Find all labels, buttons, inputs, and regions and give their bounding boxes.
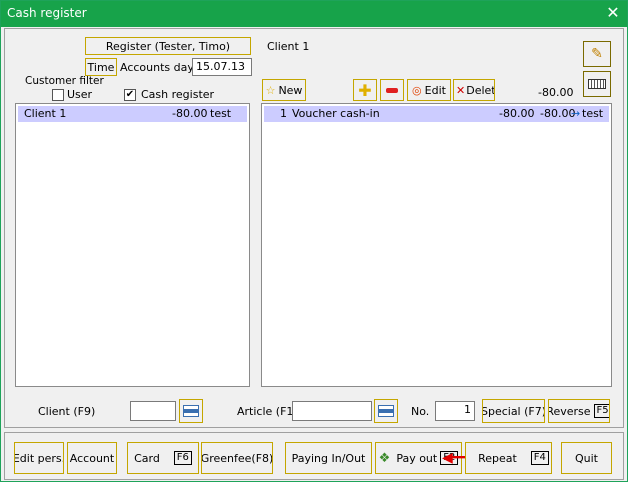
article-print-button[interactable] xyxy=(374,399,398,423)
card-label: Card xyxy=(134,451,160,465)
client-input[interactable] xyxy=(130,401,176,421)
voucher-number: 1 xyxy=(280,107,287,120)
title-bar[interactable]: Cash register ✕ xyxy=(1,1,627,27)
client-field-label: Client (F9) xyxy=(38,405,96,418)
delete-icon: ✕ xyxy=(456,83,466,97)
user-checkbox-label: User xyxy=(67,88,93,101)
voucher-amount: -80.00 xyxy=(499,107,535,120)
article-field-label: Article (F1) xyxy=(237,405,298,418)
lifebuoy-icon: ◎ xyxy=(412,83,422,97)
repeat-label: Repeat xyxy=(478,451,517,465)
repeat-shortcut: F4 xyxy=(530,451,549,465)
voucher-total: -80.00 xyxy=(538,86,574,99)
account-button[interactable]: Account xyxy=(67,442,117,474)
edit-button[interactable]: ◎ Edit xyxy=(407,79,451,101)
quit-label: Quit xyxy=(575,451,598,465)
user-checkbox[interactable] xyxy=(52,89,64,101)
money-icon: ❖ xyxy=(378,450,391,466)
magic-wand-icon: ✎ xyxy=(591,46,603,62)
client-amount: -80.00 xyxy=(172,107,208,120)
close-icon[interactable]: ✕ xyxy=(605,4,621,22)
table-row[interactable]: 1 Voucher cash-in -80.00 -80.00 → test xyxy=(264,106,609,122)
no-label: No. xyxy=(411,405,430,418)
keyboard-icon xyxy=(588,79,606,89)
new-button[interactable]: ☆ New xyxy=(262,79,306,101)
reverse-button-label: Reverse xyxy=(548,404,591,418)
client-print-button[interactable] xyxy=(179,399,203,423)
special-button-label: Special (F7) xyxy=(482,404,545,418)
time-button[interactable]: Time xyxy=(85,58,117,76)
cash-register-checkbox[interactable]: ✔ xyxy=(124,89,136,101)
accounts-day-label: Accounts day xyxy=(120,61,194,74)
quantity-input[interactable]: 1 xyxy=(435,401,475,421)
star-icon: ☆ xyxy=(265,83,276,97)
paying-in-out-label: Paying In/Out xyxy=(291,451,366,465)
voucher-description: Voucher cash-in xyxy=(292,107,380,120)
voucher-note: test xyxy=(582,107,604,120)
pay-out-label: Pay out xyxy=(396,451,438,465)
account-label: Account xyxy=(69,451,115,465)
wizard-button[interactable]: ✎ xyxy=(583,41,611,67)
greenfee-label: Greenfee(F8) xyxy=(201,451,273,465)
reverse-shortcut: F5 xyxy=(593,404,609,418)
accounts-day-field[interactable]: 15.07.13 xyxy=(192,58,252,76)
add-button[interactable]: ✚ xyxy=(353,79,377,101)
window-title: Cash register xyxy=(7,6,87,20)
special-button[interactable]: Special (F7) xyxy=(482,399,545,423)
bottom-toolbar: Edit pers. Account Card F6 Greenfee(F8) … xyxy=(4,432,624,480)
greenfee-button[interactable]: Greenfee(F8) xyxy=(201,442,273,474)
register-button-label: Register (Tester, Timo) xyxy=(105,39,231,53)
remove-button[interactable] xyxy=(380,79,404,101)
printer-icon xyxy=(183,405,199,417)
article-input[interactable] xyxy=(292,401,372,421)
new-button-label: New xyxy=(278,83,303,97)
client-header: Client 1 xyxy=(267,40,310,53)
main-panel: Register (Tester, Timo) Client 1 Time Ac… xyxy=(4,28,624,428)
minus-icon xyxy=(386,87,398,93)
card-button[interactable]: Card F6 xyxy=(127,442,199,474)
client-name: Client 1 xyxy=(24,107,67,120)
cash-register-checkbox-label: Cash register xyxy=(141,88,215,101)
edit-pers-button[interactable]: Edit pers. xyxy=(14,442,64,474)
vouchers-list[interactable]: 1 Voucher cash-in -80.00 -80.00 → test xyxy=(261,103,612,387)
register-button[interactable]: Register (Tester, Timo) xyxy=(85,37,251,55)
card-shortcut: F6 xyxy=(173,451,192,465)
paying-in-out-button[interactable]: Paying In/Out xyxy=(285,442,372,474)
keyboard-button[interactable] xyxy=(583,71,611,97)
table-row[interactable]: Client 1 -80.00 test xyxy=(18,106,247,122)
printer-icon xyxy=(378,405,394,417)
cash-register-window: Cash register ✕ Register (Tester, Timo) … xyxy=(0,0,628,482)
repeat-button[interactable]: Repeat F4 xyxy=(465,442,552,474)
delete-button-label: Delete xyxy=(466,83,494,97)
edit-button-label: Edit xyxy=(424,83,446,97)
quit-button[interactable]: Quit xyxy=(561,442,612,474)
plus-icon: ✚ xyxy=(358,80,372,100)
customer-filter-label: Customer filter xyxy=(25,75,104,87)
time-button-label: Time xyxy=(87,60,115,74)
edit-pers-label: Edit pers. xyxy=(14,451,64,465)
arrow-right-icon: → xyxy=(571,107,581,120)
clients-list[interactable]: Client 1 -80.00 test xyxy=(15,103,250,387)
reverse-button[interactable]: Reverse F5 xyxy=(548,399,610,423)
client-note: test xyxy=(210,107,232,120)
delete-button[interactable]: ✕ Delete xyxy=(453,79,495,101)
